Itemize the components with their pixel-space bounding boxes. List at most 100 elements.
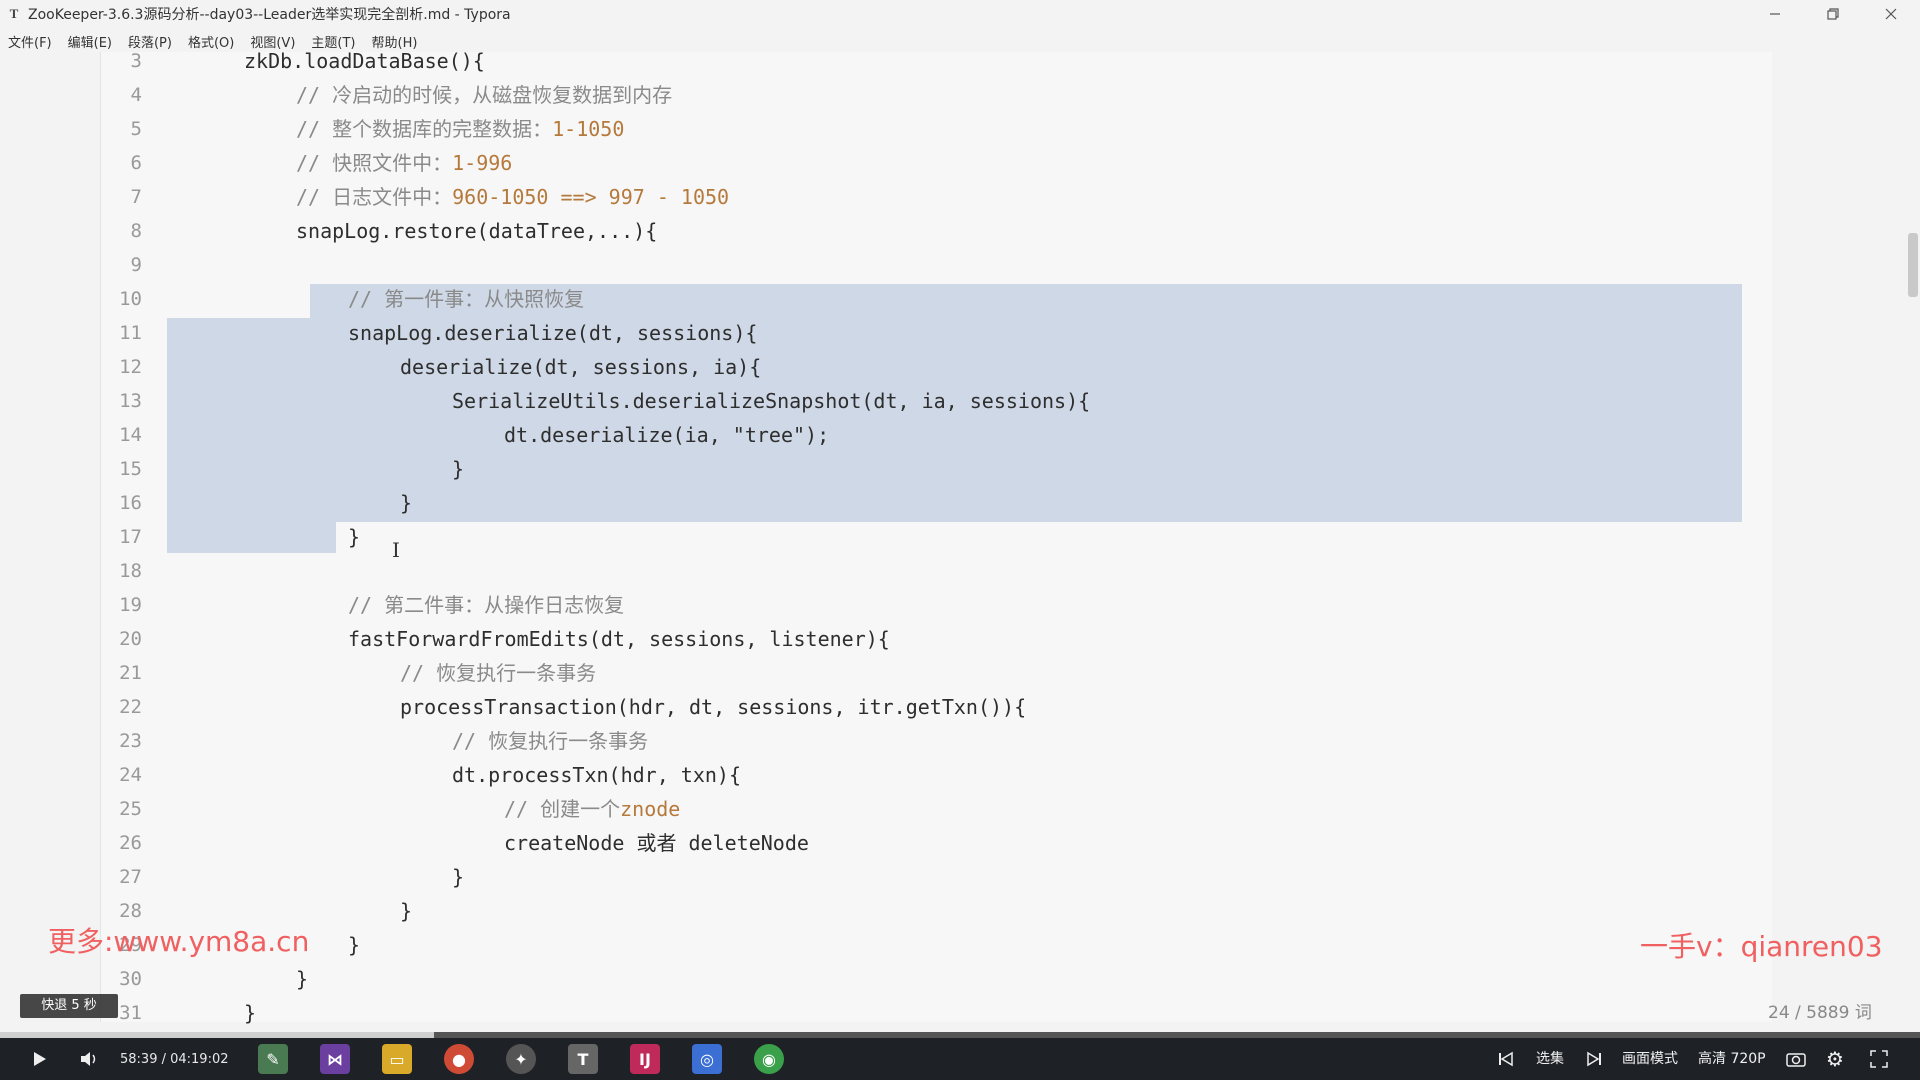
code-number: 960-1050 ==> 997 - 1050 — [452, 185, 730, 209]
code-line: dt.processTxn(hdr, txn){ — [452, 758, 741, 792]
line-number: 5 — [130, 118, 142, 140]
window-title: ZooKeeper-3.6.3源码分析--day03--Leader选举实现完全… — [28, 7, 511, 23]
line-number: 19 — [119, 594, 142, 616]
typora-app-icon: T — [9, 6, 19, 21]
line-number: 13 — [119, 390, 142, 412]
app-icon[interactable]: ◎ — [692, 1044, 722, 1074]
code-text: createNode 或者 deleteNode — [504, 831, 809, 855]
quality-button[interactable]: 高清 720P — [1698, 1038, 1766, 1080]
code-comment: // 日志文件中： — [296, 185, 453, 209]
code-text: zkDb.loadDataBase(){ — [244, 49, 485, 73]
fullscreen-button[interactable] — [1870, 1038, 1888, 1080]
line-number: 4 — [130, 84, 142, 106]
close-button[interactable] — [1862, 0, 1920, 28]
menu-file[interactable]: 文件(F) — [8, 32, 52, 51]
next-icon — [1587, 1051, 1601, 1067]
line-number-gutter: 3 4 5 6 7 8 9 10 11 12 13 14 15 16 17 18 19 20 21 22 23 24 25 2… — [100, 50, 152, 1024]
chrome-icon[interactable]: ● — [444, 1044, 474, 1074]
screenshot-button[interactable] — [1786, 1038, 1806, 1080]
code-text: } — [348, 933, 361, 957]
code-text: } — [452, 865, 465, 889]
code-line: fastForwardFromEdits(dt, sessions, liste… — [348, 622, 890, 656]
minimize-button[interactable] — [1746, 0, 1804, 28]
line-number: 24 — [119, 764, 142, 786]
word-count[interactable]: 24 / 5889 词 — [1768, 998, 1872, 1023]
text-selection — [310, 522, 336, 553]
episode-select-button[interactable]: 选集 — [1536, 1038, 1564, 1080]
volume-icon — [81, 1052, 96, 1066]
intellij-icon[interactable]: IJ — [630, 1044, 660, 1074]
window-controls — [1746, 0, 1920, 28]
line-number: 12 — [119, 356, 142, 378]
code-line: // 创建一个znode — [504, 792, 680, 826]
menu-format[interactable]: 格式(O) — [188, 32, 234, 51]
code-text: } — [400, 491, 413, 515]
code-text: } — [296, 967, 309, 991]
code-text: snapLog.deserialize(dt, sessions){ — [348, 321, 758, 345]
text-cursor-icon: I — [392, 538, 400, 562]
code-line: SerializeUtils.deserializeSnapshot(dt, i… — [452, 384, 1090, 418]
picture-mode-button[interactable]: 画面模式 — [1622, 1038, 1678, 1080]
code-line: } — [400, 894, 412, 928]
play-button[interactable] — [28, 1038, 52, 1080]
next-button[interactable] — [1586, 1038, 1602, 1080]
code-text: } — [244, 1001, 257, 1025]
code-line: } — [348, 928, 360, 962]
restore-button[interactable] — [1804, 0, 1862, 28]
code-text: deserialize(dt, sessions, ia){ — [400, 355, 762, 379]
code-line: // 整个数据库的完整数据：1-1050 — [296, 112, 624, 146]
code-text: processTransaction(hdr, dt, sessions, it… — [400, 695, 1027, 719]
code-comment: // 整个数据库的完整数据： — [296, 117, 553, 141]
line-number: 25 — [119, 798, 142, 820]
text-selection — [167, 318, 310, 553]
app-icon[interactable]: ◉ — [754, 1044, 784, 1074]
code-line: deserialize(dt, sessions, ia){ — [400, 350, 761, 384]
code-line: processTransaction(hdr, dt, sessions, it… — [400, 690, 1026, 724]
code-text: } — [400, 899, 413, 923]
line-number: 7 — [130, 186, 142, 208]
watermark-left: 更多:www.ym8a.cn — [48, 925, 310, 958]
camera-icon — [1786, 1053, 1806, 1067]
line-number: 9 — [130, 254, 142, 276]
close-icon — [1885, 8, 1897, 20]
code-line: // 第一件事：从快照恢复 — [348, 282, 584, 316]
code-comment: // 快照文件中： — [296, 151, 453, 175]
app-icon[interactable]: ✎ — [258, 1044, 288, 1074]
gear-icon: ⚙ — [1826, 1047, 1844, 1071]
typora-icon[interactable]: T — [568, 1044, 598, 1074]
scrollbar-thumb[interactable] — [1908, 233, 1918, 297]
code-number: 1-1050 — [552, 117, 625, 141]
code-text: SerializeUtils.deserializeSnapshot(dt, i… — [452, 389, 1091, 413]
play-icon — [34, 1052, 46, 1066]
seek-toast: 快退 5 秒 — [20, 994, 118, 1018]
code-text: snapLog.restore(dataTree,...){ — [296, 219, 658, 243]
code-line: snapLog.deserialize(dt, sessions){ — [348, 316, 757, 350]
line-number: 11 — [119, 322, 142, 344]
previous-button[interactable] — [1498, 1038, 1514, 1080]
code-comment: // 第一件事：从快照恢复 — [348, 287, 585, 311]
line-number: 6 — [130, 152, 142, 174]
settings-button[interactable]: ⚙ — [1826, 1038, 1844, 1080]
code-comment: // 创建一个 — [504, 797, 621, 821]
code-line: // 快照文件中：1-996 — [296, 146, 512, 180]
scrollbar[interactable] — [1908, 52, 1920, 1022]
code-number: znode — [620, 797, 681, 821]
code-text: dt.deserialize(ia, "tree"); — [504, 423, 830, 447]
visual-studio-icon[interactable]: ⋈ — [320, 1044, 350, 1074]
line-number: 14 — [119, 424, 142, 446]
code-comment: // 冷启动的时候，从磁盘恢复数据到内存 — [296, 83, 673, 107]
line-number: 22 — [119, 696, 142, 718]
line-number: 15 — [119, 458, 142, 480]
line-number: 20 — [119, 628, 142, 650]
line-number: 17 — [119, 526, 142, 548]
line-number: 3 — [130, 50, 142, 72]
volume-button[interactable] — [78, 1038, 102, 1080]
watermark-right: 一手v：qianren03 — [1640, 930, 1883, 963]
app-icon[interactable]: ✦ — [506, 1044, 536, 1074]
code-line: zkDb.loadDataBase(){ — [244, 44, 485, 78]
code-text: fastForwardFromEdits(dt, sessions, liste… — [348, 627, 890, 651]
folder-icon[interactable]: ▭ — [382, 1044, 412, 1074]
code-line: } — [296, 962, 308, 996]
code-comment: // 恢复执行一条事务 — [452, 729, 649, 753]
line-number: 10 — [119, 288, 142, 310]
